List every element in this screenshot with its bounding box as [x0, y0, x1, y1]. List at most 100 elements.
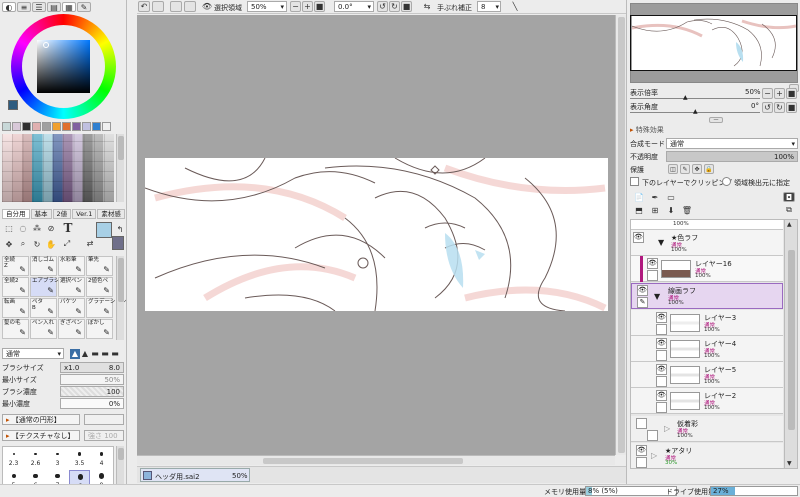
layer-blend-select[interactable]: 通常 ▾ — [666, 138, 798, 149]
tool-button[interactable]: ぎざペン ✎ — [58, 319, 85, 339]
brush-size-preset[interactable]: 3.5 — [69, 448, 90, 469]
tool-button[interactable]: 髪の毛 ✎ — [2, 319, 29, 339]
brush-shape-strength[interactable] — [84, 414, 124, 425]
tool-button[interactable]: ペン入れ ✎ — [30, 319, 57, 339]
density-slider[interactable]: 100 — [60, 386, 124, 397]
transform-icon[interactable]: ⤢ — [61, 238, 73, 250]
palette-tab-icon[interactable]: ▦ — [62, 2, 76, 12]
tip-shape-icon[interactable]: ▬ — [100, 349, 110, 359]
tool-button[interactable]: 全続 Z ✎ — [2, 256, 29, 276]
layer-opacity-slider[interactable]: 100% — [666, 151, 798, 162]
palette-swatch[interactable] — [22, 122, 31, 131]
visibility-eye-icon[interactable]: 👁 — [633, 232, 644, 243]
layer-item[interactable]: 👁 レイヤー4 通常 100% — [631, 336, 783, 362]
lock-move-icon[interactable]: ✥ — [692, 164, 702, 174]
layer-checkbox[interactable] — [656, 402, 667, 413]
swatch-tab-icon[interactable]: ▤ — [47, 2, 61, 12]
layer-folder[interactable]: ▷ 仮着彩 通常 100% — [631, 416, 783, 442]
sliders-tab-icon[interactable]: ≡ — [17, 2, 31, 12]
palette-swatch[interactable] — [92, 122, 101, 131]
tool-button[interactable]: 転画 ✎ — [2, 298, 29, 318]
canvas[interactable] — [145, 158, 608, 311]
texture-strength[interactable]: 強さ 100 — [84, 430, 124, 441]
layer-item[interactable]: 👁 レイヤー3 通常 100% — [631, 310, 783, 336]
visibility-eye-icon[interactable]: 👁 — [647, 258, 658, 269]
navigator-preview[interactable] — [630, 3, 798, 83]
h-scroll-thumb[interactable] — [263, 458, 463, 464]
tip-shape-icon[interactable]: ▬ — [90, 349, 100, 359]
rotate-right-icon[interactable]: ↻ — [389, 1, 400, 12]
tip-shape-icon[interactable]: ▲ — [70, 348, 80, 359]
tool-button[interactable]: ぼかし ✎ — [86, 319, 113, 339]
stabilizer-select[interactable]: 8 ▾ — [477, 1, 501, 12]
selection-source-radio[interactable] — [722, 177, 731, 186]
rotate-left-icon[interactable]: ↺ — [377, 1, 388, 12]
palette-swatch[interactable] — [42, 122, 51, 131]
layer-checkbox[interactable] — [636, 418, 647, 429]
edit-brush-icon[interactable]: ✎ — [637, 297, 648, 308]
undo-icon[interactable]: ↶ — [138, 1, 150, 12]
nav-rotate-left-icon[interactable]: ↺ — [762, 102, 773, 113]
palette-swatch[interactable] — [72, 122, 81, 131]
layer-checkbox[interactable] — [656, 376, 667, 387]
v-scroll-thumb[interactable] — [618, 17, 625, 453]
nav-angle-slider-handle[interactable]: ▲ — [693, 108, 698, 115]
tool-button[interactable]: 選択ペン ✎ — [58, 277, 85, 297]
move-icon[interactable]: ✥ — [3, 238, 15, 250]
layer-checkbox[interactable] — [647, 430, 658, 441]
straight-line-icon[interactable]: ╲ — [509, 1, 521, 12]
new-linework-layer-icon[interactable]: ✒ — [650, 192, 660, 202]
copy-layer-icon[interactable]: ⊞ — [650, 205, 660, 215]
background-color[interactable] — [112, 236, 124, 250]
rotation-select[interactable]: 0.0° ▾ — [334, 1, 374, 12]
nav-angle-reset-icon[interactable]: ■ — [786, 102, 797, 113]
tool-button[interactable]: 水彩筆 ✎ — [58, 256, 85, 276]
layer-folder-selected[interactable]: 👁 ✎ ▼ 線画ラフ 通常 100% — [631, 283, 783, 309]
palette-swatch[interactable] — [12, 122, 21, 131]
layer-checkbox[interactable] — [656, 324, 667, 335]
palette-scrollbar[interactable] — [116, 134, 124, 202]
nav-zoom-minus-icon[interactable]: − — [762, 88, 773, 99]
tool-scrollbar[interactable] — [116, 256, 124, 340]
layer-scroll-thumb[interactable] — [788, 250, 795, 430]
scroll-down-icon[interactable]: ▼ — [787, 460, 792, 467]
redo-icon[interactable] — [152, 1, 164, 12]
layer-to-selection-icon[interactable]: ⬒ — [634, 205, 644, 215]
brush-size-preset[interactable]: 2.3 — [3, 448, 24, 469]
eyedropper-icon[interactable]: ⊘ — [45, 222, 57, 234]
rotate-icon[interactable]: ↻ — [31, 238, 43, 250]
tool-button[interactable]: 全続2 ✎ — [2, 277, 29, 297]
palette-swatch[interactable] — [62, 122, 71, 131]
rect-select-icon[interactable]: ⬚ — [3, 222, 15, 234]
layer-item[interactable]: 👁 レイヤー16 通常 100% — [631, 256, 783, 282]
tip-shape-icon[interactable]: ▲ — [80, 349, 90, 359]
canvas-v-scrollbar[interactable] — [615, 15, 626, 455]
lock-all-icon[interactable]: 🔒 — [704, 164, 714, 174]
nav-zoom-slider-handle[interactable]: ▲ — [683, 94, 688, 101]
tool-tab-ver1[interactable]: Ver.1 — [72, 209, 97, 219]
navigator-viewport-frame[interactable] — [630, 15, 797, 71]
layer-item[interactable]: 👁 レイヤー2 通常 100% — [631, 388, 783, 414]
lock-transparency-icon[interactable]: ◫ — [668, 164, 678, 174]
folder-collapsed-icon[interactable]: ▷ — [651, 451, 657, 460]
brush-size-preset[interactable]: 4 — [91, 448, 112, 469]
tool-button[interactable]: バケツ ✎ — [58, 298, 85, 318]
canvas-h-scrollbar[interactable] — [137, 455, 615, 465]
min-size-slider[interactable]: 50% — [60, 374, 124, 385]
palette-scroll-thumb[interactable] — [118, 136, 124, 160]
visibility-eye-icon[interactable]: 👁 — [656, 312, 667, 323]
visibility-eye-icon[interactable]: 👁 — [656, 364, 667, 375]
scratch-tab-icon[interactable]: ✎ — [77, 2, 91, 12]
brush-shape-select[interactable]: ▸ 【通常の円形】 — [2, 414, 80, 425]
palette-swatch[interactable] — [102, 122, 111, 131]
brush-size-preset[interactable]: 2.6 — [25, 448, 46, 469]
layer-checkbox[interactable] — [636, 457, 647, 468]
brush-size-slider[interactable]: x1.0 8.0 — [60, 362, 124, 373]
layer-folder[interactable]: 👁 ▼ ★色ラフ 通常 100% — [631, 230, 783, 256]
panel-collapse-icon[interactable]: — — [709, 117, 723, 123]
zoom-reset-icon[interactable]: ■ — [314, 1, 325, 12]
palette-swatch[interactable] — [82, 122, 91, 131]
effects-header[interactable]: ▸ 特殊効果 — [630, 125, 798, 135]
nav-zoom-slider[interactable] — [630, 96, 760, 99]
zoom-icon[interactable]: ⌕ — [17, 238, 29, 250]
